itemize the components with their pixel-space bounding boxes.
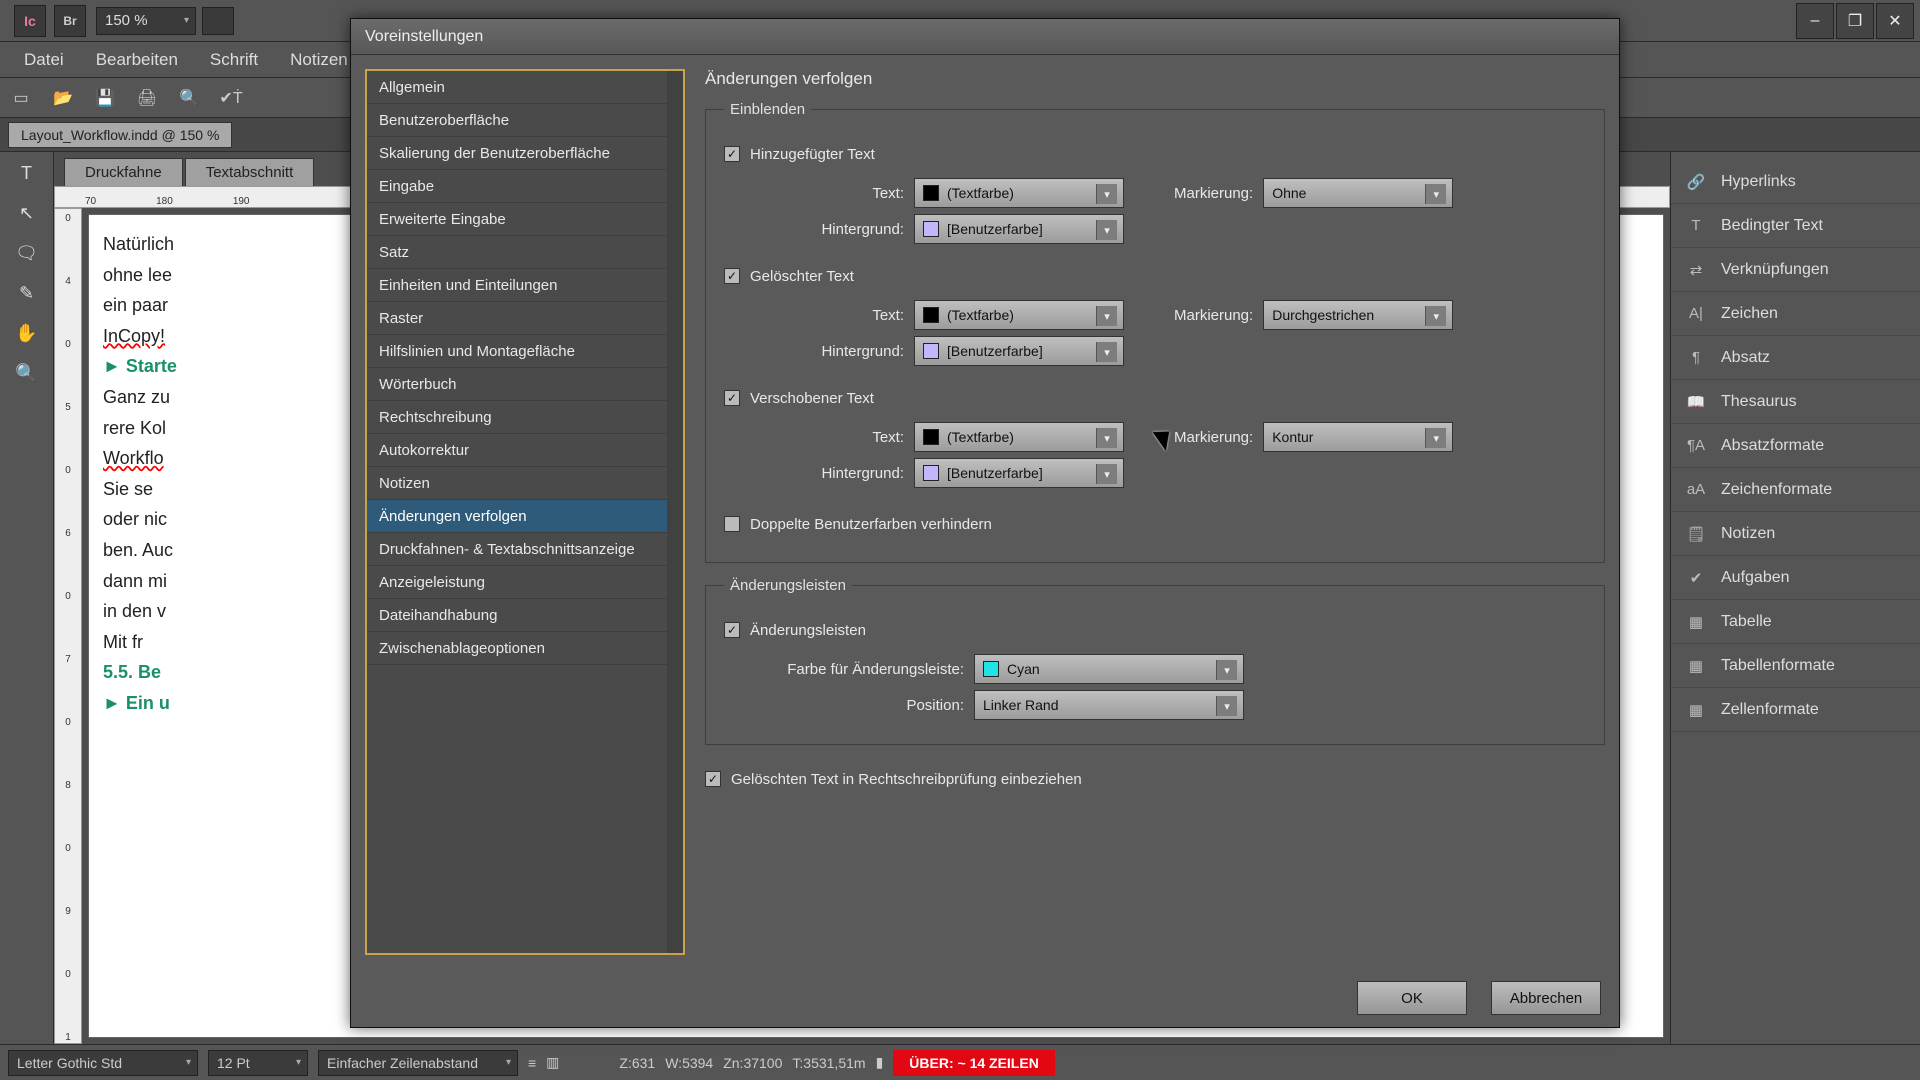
moved-text-checkbox[interactable] — [724, 390, 740, 406]
einblenden-group: Einblenden Hinzugefügter Text Text: (Tex… — [705, 101, 1605, 563]
moved-text-color-dropdown[interactable]: (Textfarbe) — [914, 422, 1124, 452]
cancel-button[interactable]: Abbrechen — [1491, 981, 1601, 1015]
change-bars-group: Änderungsleisten Änderungsleisten Farbe … — [705, 577, 1605, 745]
deleted-text-color-dropdown[interactable]: (Textfarbe) — [914, 300, 1124, 330]
panel-heading: Änderungen verfolgen — [705, 69, 1605, 89]
change-bar-color-label: Farbe für Änderungsleiste: — [744, 661, 964, 678]
einblenden-legend: Einblenden — [724, 101, 811, 118]
deleted-bg-label: Hintergrund: — [784, 343, 904, 360]
deleted-text-label: Gelöschter Text — [750, 268, 854, 285]
moved-bg-label: Hintergrund: — [784, 465, 904, 482]
moved-marking-dropdown[interactable]: Kontur — [1263, 422, 1453, 452]
pref-category-item[interactable]: Zwischenablageoptionen — [367, 632, 683, 665]
pref-category-item[interactable]: Benutzeroberfläche — [367, 104, 683, 137]
scrollbar[interactable] — [667, 71, 683, 953]
pref-category-item[interactable]: Allgemein — [367, 71, 683, 104]
added-bg-dropdown[interactable]: [Benutzerfarbe] — [914, 214, 1124, 244]
pref-category-item[interactable]: Dateihandhabung — [367, 599, 683, 632]
added-bg-label: Hintergrund: — [784, 221, 904, 238]
added-marking-dropdown[interactable]: Ohne — [1263, 178, 1453, 208]
pref-category-item[interactable]: Änderungen verfolgen — [367, 500, 683, 533]
moved-bg-dropdown[interactable]: [Benutzerfarbe] — [914, 458, 1124, 488]
include-deleted-spellcheck-checkbox[interactable] — [705, 771, 721, 787]
change-bars-label: Änderungsleisten — [750, 622, 866, 639]
deleted-text-color-label: Text: — [784, 307, 904, 324]
pref-category-item[interactable]: Rechtschreibung — [367, 401, 683, 434]
deleted-marking-label: Markierung: — [1174, 307, 1253, 324]
mouse-cursor-icon — [1158, 426, 1176, 450]
dialog-title: Voreinstellungen — [351, 19, 1619, 55]
added-text-checkbox[interactable] — [724, 146, 740, 162]
deleted-text-checkbox[interactable] — [724, 268, 740, 284]
include-deleted-spellcheck-label: Gelöschten Text in Rechtschreibprüfung e… — [731, 771, 1082, 788]
pref-category-item[interactable]: Druckfahnen- & Textabschnittsanzeige — [367, 533, 683, 566]
pref-category-item[interactable]: Notizen — [367, 467, 683, 500]
pref-category-item[interactable]: Hilfslinien und Montagefläche — [367, 335, 683, 368]
moved-text-color-label: Text: — [784, 429, 904, 446]
pref-category-item[interactable]: Autokorrektur — [367, 434, 683, 467]
pref-category-item[interactable]: Skalierung der Benutzeroberfläche — [367, 137, 683, 170]
added-text-color-dropdown[interactable]: (Textfarbe) — [914, 178, 1124, 208]
pref-category-item[interactable]: Einheiten und Einteilungen — [367, 269, 683, 302]
added-text-label: Hinzugefügter Text — [750, 146, 875, 163]
change-bars-legend: Änderungsleisten — [724, 577, 852, 594]
pref-category-item[interactable]: Anzeigeleistung — [367, 566, 683, 599]
pref-category-item[interactable]: Raster — [367, 302, 683, 335]
ok-button[interactable]: OK — [1357, 981, 1467, 1015]
added-text-color-label: Text: — [784, 185, 904, 202]
pref-category-item[interactable]: Wörterbuch — [367, 368, 683, 401]
moved-marking-label: Markierung: — [1174, 429, 1253, 446]
prevent-dup-colors-label: Doppelte Benutzerfarben verhindern — [750, 516, 992, 533]
moved-text-label: Verschobener Text — [750, 390, 874, 407]
pref-category-item[interactable]: Satz — [367, 236, 683, 269]
preferences-category-list: AllgemeinBenutzeroberflächeSkalierung de… — [365, 69, 685, 955]
deleted-marking-dropdown[interactable]: Durchgestrichen — [1263, 300, 1453, 330]
deleted-bg-dropdown[interactable]: [Benutzerfarbe] — [914, 336, 1124, 366]
preferences-dialog: Voreinstellungen AllgemeinBenutzeroberfl… — [350, 18, 1620, 1028]
change-bar-position-label: Position: — [744, 697, 964, 714]
added-marking-label: Markierung: — [1174, 185, 1253, 202]
prevent-dup-colors-checkbox[interactable] — [724, 516, 740, 532]
pref-category-item[interactable]: Eingabe — [367, 170, 683, 203]
change-bar-color-dropdown[interactable]: Cyan — [974, 654, 1244, 684]
change-bar-position-dropdown[interactable]: Linker Rand — [974, 690, 1244, 720]
change-bars-checkbox[interactable] — [724, 622, 740, 638]
pref-category-item[interactable]: Erweiterte Eingabe — [367, 203, 683, 236]
